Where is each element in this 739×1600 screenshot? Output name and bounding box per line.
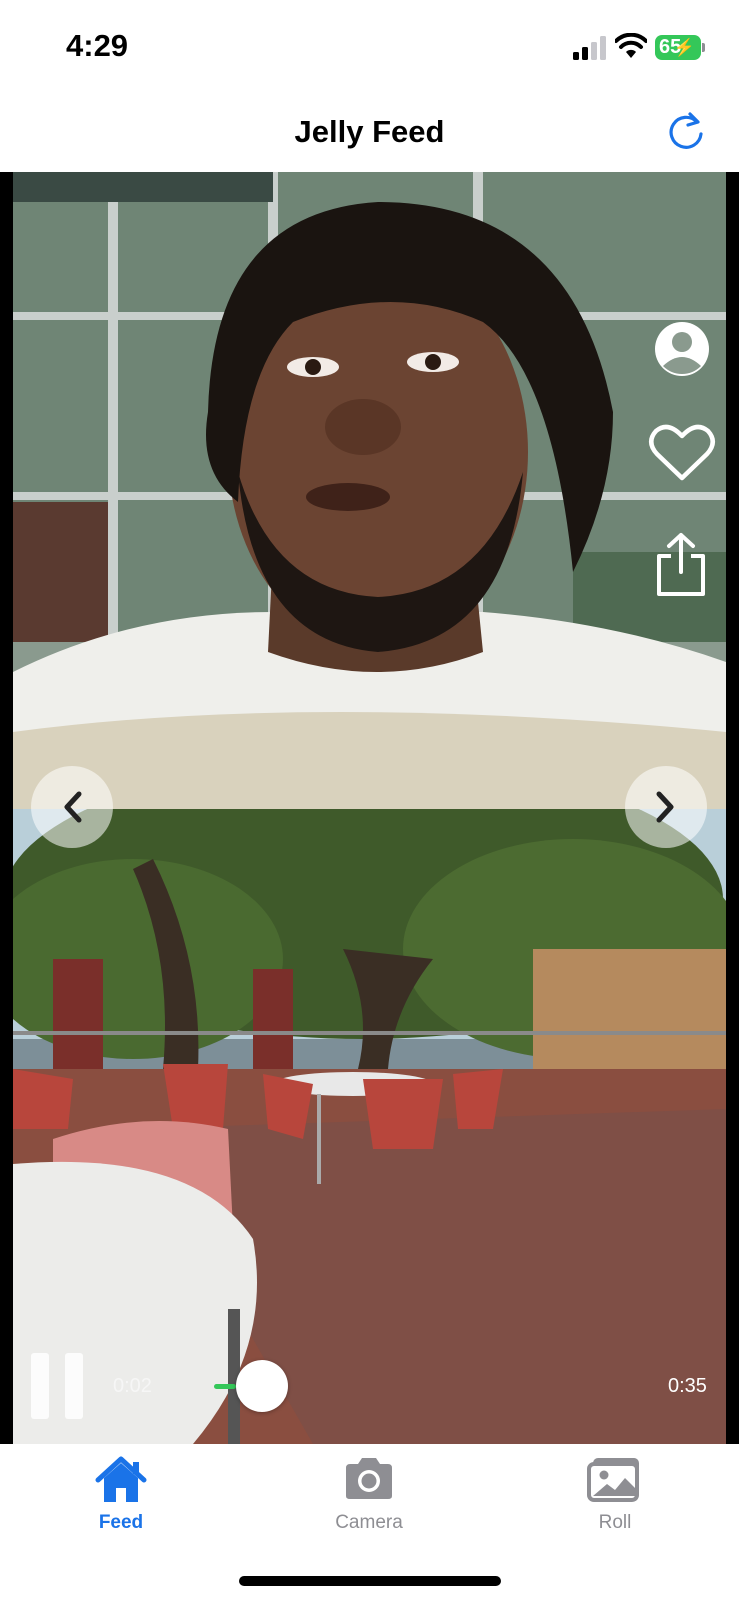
page-title: Jelly Feed — [294, 114, 445, 149]
chevron-right-icon — [656, 791, 674, 823]
pause-icon — [31, 1353, 49, 1419]
nav-bar: Jelly Feed — [0, 92, 739, 172]
refresh-icon[interactable] — [664, 108, 708, 152]
tab-camera[interactable]: Camera — [289, 1444, 449, 1554]
wifi-icon — [615, 33, 647, 58]
pause-icon-bar — [65, 1353, 83, 1419]
tab-label-feed: Feed — [98, 1512, 144, 1533]
battery-charging-icon: 65 ⚡ — [655, 35, 701, 60]
camera-icon — [346, 1458, 392, 1499]
home-indicator — [239, 1576, 501, 1586]
total-time: 0:35 — [668, 1375, 707, 1397]
chevron-left-icon — [64, 791, 82, 823]
battery-cap — [702, 43, 705, 52]
tab-label-camera: Camera — [335, 1512, 403, 1533]
house-icon — [95, 1456, 147, 1502]
cellular-signal-icon — [573, 36, 606, 60]
media-area[interactable] — [0, 172, 739, 1444]
front-camera-photo — [13, 172, 726, 809]
courtyard-photo-illustration — [13, 809, 726, 1444]
scrubber-knob[interactable] — [236, 1360, 288, 1412]
back-camera-photo — [13, 809, 726, 1444]
tab-roll[interactable]: Roll — [535, 1444, 695, 1554]
status-time: 4:29 — [66, 28, 129, 63]
previous-button[interactable] — [31, 766, 113, 848]
front-photo-illustration — [13, 172, 726, 809]
tab-feed[interactable]: Feed — [41, 1444, 201, 1554]
share-icon[interactable] — [655, 532, 707, 598]
status-bar: 4:29 65 ⚡ — [0, 0, 739, 92]
next-button[interactable] — [625, 766, 707, 848]
tab-label-roll: Roll — [598, 1512, 632, 1533]
progress-fill — [214, 1384, 236, 1389]
heart-icon[interactable] — [648, 422, 716, 484]
photos-icon — [587, 1458, 639, 1502]
pause-button[interactable] — [31, 1353, 83, 1419]
profile-icon[interactable] — [653, 320, 711, 378]
current-time: 0:02 — [113, 1375, 152, 1397]
